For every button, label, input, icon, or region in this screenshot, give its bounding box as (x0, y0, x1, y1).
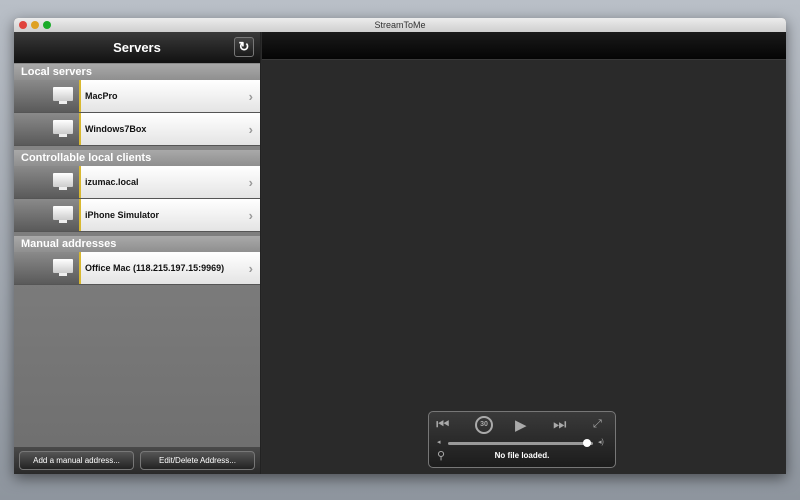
server-name: Windows7Box (85, 124, 147, 134)
chevron-right-icon: › (248, 261, 253, 276)
title-bar: StreamToMe (14, 18, 786, 32)
server-row[interactable]: MacPro › (14, 80, 260, 113)
server-name: MacPro (85, 91, 118, 101)
monitor-icon (53, 173, 73, 191)
player-status: No file loaded. (494, 451, 550, 460)
monitor-icon (53, 87, 73, 105)
volume-knob[interactable] (583, 439, 592, 447)
zoom-button[interactable] (43, 21, 51, 29)
server-icon-cell (14, 80, 81, 112)
chevron-right-icon: › (248, 175, 253, 190)
refresh-icon: ↻ (238, 39, 250, 54)
server-icon-cell (14, 252, 81, 284)
fullscreen-icon[interactable]: ⤢ (593, 418, 602, 431)
app-window: StreamToMe Servers ↻ Local servers MacPro… (14, 18, 786, 474)
section-header: Controllable local clients (14, 150, 260, 166)
chevron-right-icon: › (248, 122, 253, 137)
video-area: ⏮ 30 ▶ ⏭ ⤢ ◂ ◂) ⚲ No file loaded. (262, 32, 786, 474)
section-header: Local servers (14, 64, 260, 80)
volume-high-icon: ◂) (598, 439, 604, 446)
servers-sidebar: Servers ↻ Local servers MacPro › Windows7Bo… (14, 32, 261, 474)
monitor-icon (53, 259, 73, 277)
monitor-icon (53, 206, 73, 224)
server-row[interactable]: iPhone Simulator › (14, 199, 260, 232)
server-icon-cell (14, 166, 81, 198)
play-icon[interactable]: ▶ (515, 416, 527, 434)
server-name: iPhone Simulator (85, 210, 160, 220)
server-name: izumac.local (85, 177, 139, 187)
skip-back-icon[interactable]: 30 (475, 416, 493, 434)
server-icon-cell (14, 113, 81, 145)
sidebar-title: Servers (113, 40, 161, 55)
add-manual-address-button[interactable]: Add a manual address... (19, 451, 134, 470)
volume-low-icon: ◂ (437, 439, 441, 446)
chevron-right-icon: › (248, 208, 253, 223)
monitor-icon (53, 120, 73, 138)
edit-delete-address-button[interactable]: Edit/Delete Address... (140, 451, 255, 470)
server-row[interactable]: izumac.local › (14, 166, 260, 199)
volume-slider[interactable] (448, 439, 593, 447)
server-row[interactable]: Office Mac (118.215.197.15:9969) › (14, 252, 260, 285)
minimize-button[interactable] (31, 21, 39, 29)
window-title: StreamToMe (374, 20, 426, 30)
server-name: Office Mac (118.215.197.15:9969) (85, 263, 225, 273)
section-header: Manual addresses (14, 236, 260, 252)
skip-next-icon[interactable]: ⏭ (553, 416, 567, 433)
skip-previous-icon[interactable]: ⏮ (436, 416, 450, 433)
refresh-button[interactable]: ↻ (234, 37, 254, 57)
server-icon-cell (14, 199, 81, 231)
video-toolbar (262, 32, 786, 60)
player-controls: ⏮ 30 ▶ ⏭ ⤢ ◂ ◂) ⚲ No file loaded. (428, 411, 616, 468)
server-row[interactable]: Windows7Box › (14, 113, 260, 146)
close-button[interactable] (19, 21, 27, 29)
chevron-right-icon: › (248, 89, 253, 104)
